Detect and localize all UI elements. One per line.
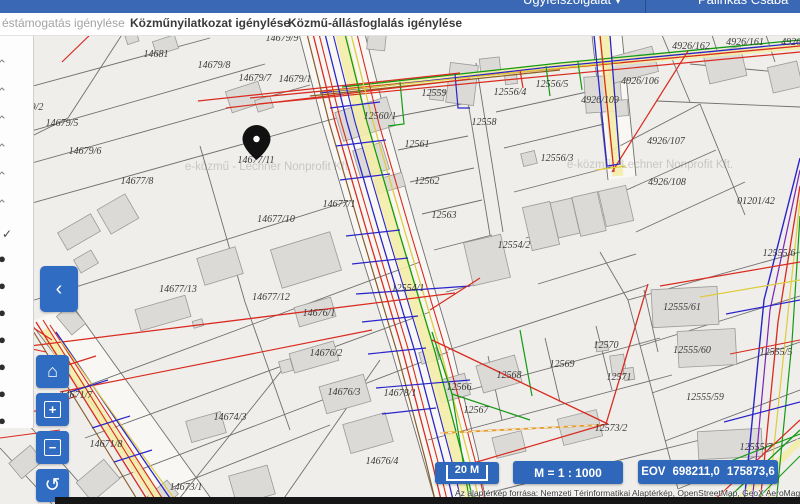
- parcel-label: 12566: [447, 382, 472, 393]
- support-menu[interactable]: Ügyfélszolgálat ▾: [523, 0, 621, 8]
- parcel-label: 14679/1: [279, 74, 312, 85]
- watermark-text: e-közmű - Lechner Nonprofit Kft.: [567, 159, 733, 171]
- parcel-label: 12563: [432, 210, 457, 221]
- layer-marker-icon[interactable]: ●: [0, 332, 11, 347]
- parcel-label: 12571: [607, 372, 632, 383]
- parcel-label: 14678/1: [384, 388, 417, 399]
- parcel-label: 14676/4: [366, 456, 399, 467]
- parcel-label: 4926/108: [648, 177, 686, 188]
- top-app-bar: Ügyfélszolgálat ▾ Pálinkás Csaba: [0, 0, 800, 13]
- parcel-label: 01201/42: [737, 196, 775, 207]
- parcel-label: 14677/1: [323, 199, 356, 210]
- parcel-label: 14679/6: [69, 146, 102, 157]
- parcel-label: 14676/1: [303, 308, 336, 319]
- layer-marker-icon[interactable]: ●: [0, 413, 11, 428]
- parcel-label: 14679/8: [198, 60, 231, 71]
- layer-legend-panel[interactable]: ⌃ ⌃ ⌃ ⌃ ⌃ ⌃ ✓ ● ● ● ● ● ● ●: [0, 35, 34, 428]
- layer-marker-icon[interactable]: ●: [0, 305, 11, 320]
- expander-icon[interactable]: ⌃: [0, 141, 11, 157]
- scale-bar-label: 20 M: [446, 465, 488, 481]
- zoom-in-icon: +: [44, 401, 61, 418]
- parcel-label: 12555/60: [673, 345, 711, 356]
- layer-marker-icon[interactable]: ●: [0, 359, 11, 374]
- home-extent-button[interactable]: ⌂: [36, 355, 69, 388]
- parcel-label: 4926/107: [647, 136, 686, 147]
- window-bottom-edge: [55, 497, 800, 504]
- expander-icon[interactable]: ⌃: [0, 85, 11, 101]
- parcel-label: 12556/4: [494, 87, 527, 98]
- tab-kozmu-allasfoglalas-igenylese[interactable]: Közmű-állásfoglalás igénylése: [288, 16, 462, 30]
- home-icon: ⌂: [47, 361, 58, 382]
- support-menu-label: Ügyfélszolgálat: [523, 0, 611, 7]
- parcel-label: 12555/59: [686, 392, 724, 403]
- expander-icon[interactable]: ⌃: [0, 113, 11, 129]
- parcel-label: 12554/1: [392, 283, 425, 294]
- tab-kozmunyilatkozat-igenylese[interactable]: Közműnyilatkozat igénylése: [130, 16, 290, 30]
- chevron-left-icon: ‹: [56, 278, 63, 301]
- parcel-label: 12573/2: [595, 423, 628, 434]
- user-menu[interactable]: Pálinkás Csaba: [698, 0, 788, 7]
- expander-icon[interactable]: ⌃: [0, 169, 11, 185]
- parcel-label: 14681: [144, 49, 169, 60]
- parcel-label: 14676/2: [310, 348, 343, 359]
- scale-bar: 20 M: [435, 462, 499, 484]
- scale-ratio-label: M = 1 : 1000: [534, 466, 602, 480]
- parcel-label: 12555/7: [740, 442, 774, 453]
- parcel-label: 14677/8: [121, 176, 154, 187]
- parcel-label: 14679/7: [239, 73, 273, 84]
- tab-bar: éstámogatás igénylése Közműnyilatkozat i…: [0, 13, 800, 36]
- parcel-label: 14676/3: [328, 387, 361, 398]
- parcel-label: 12555/6: [763, 248, 796, 259]
- parcel-label: 4926/106: [621, 76, 659, 87]
- parcel-label: 4926/109: [581, 95, 619, 106]
- parcel-label: 12569: [550, 359, 575, 370]
- undo-icon: ↺: [45, 474, 61, 497]
- parcel-label: 12555/61: [663, 302, 701, 313]
- parcel-label: 12562: [415, 176, 440, 187]
- zoom-in-button[interactable]: +: [36, 393, 69, 426]
- crs-label: EOV: [641, 466, 665, 478]
- layer-marker-icon[interactable]: ●: [0, 278, 11, 293]
- chevron-down-icon: ▾: [615, 0, 622, 7]
- coordinate-x: 698211,0: [672, 466, 719, 478]
- parcel-label: 12568: [497, 370, 522, 381]
- parcel-label: 12567: [464, 405, 490, 416]
- zoom-out-button[interactable]: −: [36, 431, 69, 464]
- parcel-label: 12570: [594, 340, 619, 351]
- user-menu-label: Pálinkás Csaba: [698, 0, 788, 7]
- parcel-label: 4926/162: [672, 41, 710, 52]
- parcel-label: 14673/1: [170, 482, 203, 493]
- expander-icon[interactable]: ⌃: [0, 197, 11, 213]
- parcel-label: 12556/3: [541, 153, 574, 164]
- parcel-label: 14671/8: [90, 439, 123, 450]
- parcel-label: 14677/13: [159, 284, 197, 295]
- map-canvas[interactable]: e-közmű - Lechner Nonprofit Kft.e-közmű …: [0, 0, 800, 504]
- panel-collapse-button[interactable]: ‹: [40, 266, 78, 312]
- parcel-label: 14674/3: [214, 412, 247, 423]
- parcel-label: 12554/2: [498, 240, 531, 251]
- layer-marker-icon[interactable]: ●: [0, 386, 11, 401]
- parcel-label: 14677/12: [252, 292, 290, 303]
- parcel-label: 12560/1: [364, 111, 397, 122]
- parcel-label: 12561: [405, 139, 430, 150]
- tab-tamogatas-igenylese[interactable]: éstámogatás igénylése: [2, 16, 125, 30]
- parcel-label: 14677/10: [257, 214, 295, 225]
- parcel-label: 12558: [472, 117, 497, 128]
- parcel-label: 12555/5: [760, 347, 793, 358]
- parcel-label: 14679/5: [46, 118, 79, 129]
- zoom-out-icon: −: [44, 439, 61, 456]
- scale-ratio-button[interactable]: M = 1 : 1000: [513, 461, 623, 484]
- parcel-label: 12556/5: [536, 79, 569, 90]
- expander-icon[interactable]: ⌃: [0, 57, 11, 73]
- topbar-divider: [645, 0, 646, 13]
- coordinate-readout: EOV 698211,0 175873,6: [638, 460, 778, 484]
- layer-marker-icon[interactable]: ●: [0, 251, 11, 266]
- check-icon: ✓: [0, 227, 16, 241]
- parcel-label: 12559: [422, 88, 447, 99]
- coordinate-y: 175873,6: [727, 466, 775, 478]
- parcel-label: 4926/1: [781, 37, 800, 48]
- parcel-label: 4926/161: [726, 37, 764, 48]
